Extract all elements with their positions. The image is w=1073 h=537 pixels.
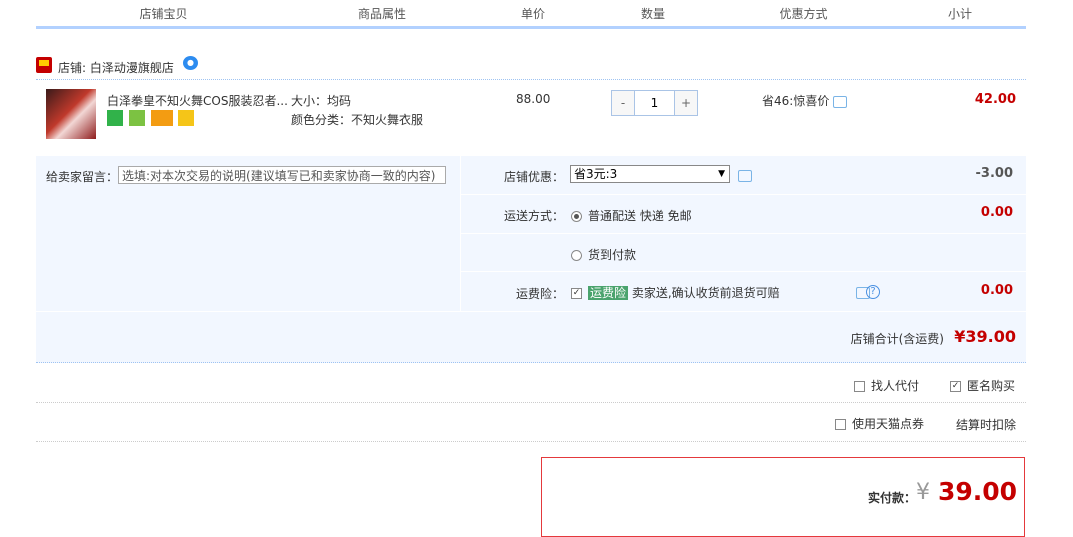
- pay-currency: ¥: [916, 480, 930, 505]
- item-attr-size: 大小：均码: [291, 94, 352, 108]
- deduct-note: 结算时扣除: [956, 418, 1017, 432]
- promo-info-icon[interactable]: [833, 95, 848, 108]
- shop-discount-value: -3.00: [975, 166, 1013, 181]
- insurance-tag: 运费险: [588, 286, 629, 300]
- quantity-minus-button[interactable]: -: [612, 91, 634, 115]
- divider: [36, 402, 1026, 403]
- shop-discount-select[interactable]: 省3元:3 ▼: [570, 165, 730, 183]
- message-input[interactable]: 选填:对本次交易的说明(建议填写已和卖家协商一致的内容): [118, 166, 446, 184]
- shop-discount-selected: 省3元:3: [574, 167, 618, 181]
- radio-selected-icon[interactable]: [571, 211, 582, 222]
- col-header-qty: 数量: [640, 7, 665, 21]
- checkbox-checked-icon[interactable]: ✓: [571, 288, 582, 299]
- tmall-shop-icon: [36, 57, 52, 73]
- col-header-promo: 优惠方式: [779, 7, 828, 21]
- wangwang-chat-icon[interactable]: ●: [183, 56, 198, 70]
- item-subtotal: 42.00: [974, 92, 1016, 107]
- item-thumbnail[interactable]: [46, 89, 96, 139]
- header-divider: [291, 20, 292, 26]
- item-service-badges: [107, 110, 196, 126]
- quality-guarantee-icon[interactable]: [128, 110, 145, 126]
- shop-name-link[interactable]: 店铺: 白泽动漫旗舰店: [58, 59, 174, 76]
- credit-card-icon[interactable]: [150, 110, 173, 126]
- insurance-option[interactable]: ✓ 运费险 卖家送,确认收货前退货可赔: [571, 284, 780, 301]
- chevron-down-icon: ▼: [718, 169, 725, 179]
- shop-total-value: ¥39.00: [954, 327, 1016, 346]
- shipping-option-cod[interactable]: 货到付款: [571, 246, 636, 263]
- header-divider: [713, 20, 714, 26]
- shop-total-label: 店铺合计(含运费): [850, 332, 944, 346]
- shop-total-row: 店铺合计(含运费) ¥39.00: [36, 312, 1026, 363]
- pay-amount: 39.00: [938, 477, 1018, 506]
- header-divider: [473, 20, 474, 26]
- col-header-price: 单价: [520, 7, 545, 21]
- item-promo: 省46:惊喜价: [762, 92, 848, 109]
- payment-summary-box: 实付款： ¥ 39.00: [541, 457, 1025, 537]
- divider: [36, 79, 1026, 80]
- col-header-subtotal: 小计: [947, 7, 972, 21]
- anonymous-label: 匿名购买: [967, 379, 1016, 393]
- checkbox-icon[interactable]: [835, 419, 846, 430]
- item-promo-text: 省46:惊喜价: [762, 94, 830, 108]
- divider: [36, 441, 1026, 442]
- shipping-option-express-label: 普通配送 快递 免邮: [588, 209, 692, 223]
- header-divider: [894, 20, 895, 26]
- item-unit-price: 88.00: [516, 92, 551, 106]
- tmall-points-option[interactable]: 使用天猫点券: [835, 415, 924, 432]
- shipping-value: 0.00: [980, 205, 1013, 220]
- seven-day-return-icon[interactable]: [107, 110, 123, 126]
- quantity-plus-button[interactable]: +: [675, 91, 697, 115]
- tmall-points-label: 使用天猫点券: [852, 417, 925, 431]
- shop-discount-label: 店铺优惠：: [504, 170, 565, 184]
- order-table-header: 店铺宝贝 商品属性 单价 数量 优惠方式 小计: [36, 0, 1026, 29]
- anonymous-option[interactable]: ✓ 匿名购买: [950, 377, 1015, 394]
- col-header-item: 店铺宝贝: [139, 7, 188, 21]
- shipping-option-cod-label: 货到付款: [588, 248, 637, 262]
- shipping-option-express[interactable]: 普通配送 快递 免邮: [571, 207, 692, 224]
- quantity-stepper: - 1 +: [611, 90, 698, 116]
- radio-icon[interactable]: [571, 250, 582, 261]
- checkbox-checked-icon[interactable]: ✓: [950, 381, 961, 392]
- pay-label: 实付款：: [868, 491, 917, 505]
- proxy-pay-option[interactable]: 找人代付: [854, 377, 919, 394]
- discount-info-icon[interactable]: [738, 170, 752, 182]
- quantity-input[interactable]: 1: [634, 91, 675, 115]
- shipping-label: 运送方式：: [504, 209, 565, 223]
- insurance-label: 运费险：: [516, 287, 565, 301]
- insurance-value: 0.00: [980, 283, 1013, 298]
- item-attr-color: 颜色分类：不知火舞衣服: [291, 113, 424, 127]
- header-divider: [593, 20, 594, 26]
- checkbox-icon[interactable]: [854, 381, 865, 392]
- help-icon[interactable]: ?: [866, 285, 880, 299]
- cod-row: [461, 234, 1026, 271]
- insurance-desc: 卖家送,确认收货前退货可赔: [631, 286, 780, 300]
- proxy-pay-label: 找人代付: [871, 379, 920, 393]
- item-title-link[interactable]: 白泽拳皇不知火舞COS服装忍者...: [107, 92, 287, 109]
- installment-icon[interactable]: [178, 110, 195, 126]
- message-label: 给卖家留言：: [46, 170, 119, 184]
- col-header-attr: 商品属性: [357, 7, 406, 21]
